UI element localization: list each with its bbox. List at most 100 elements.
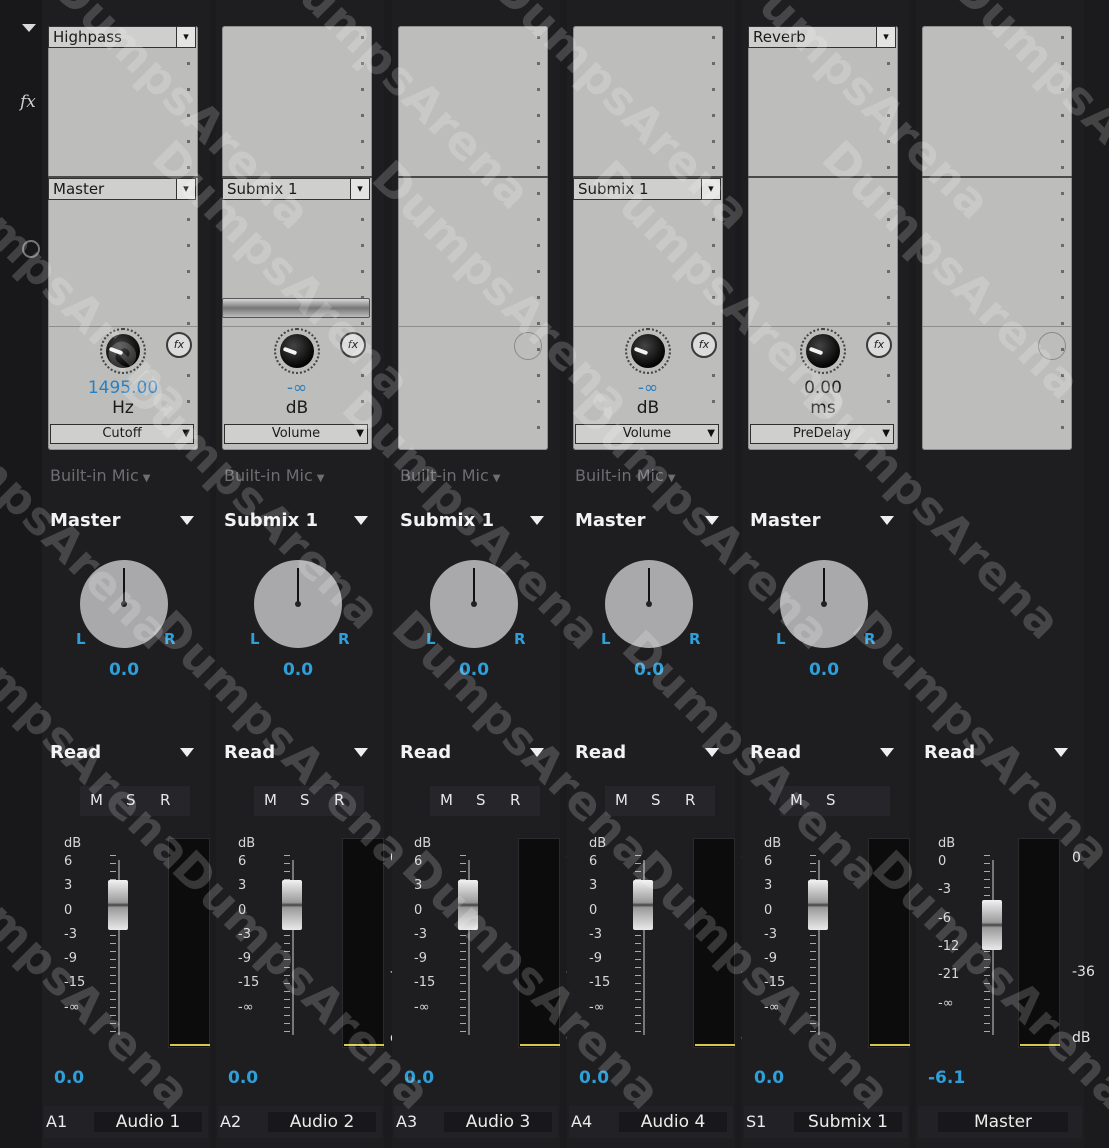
parameter-select[interactable]: Volume ▼ (224, 424, 368, 444)
track-name[interactable]: Master (938, 1112, 1068, 1132)
fx-bypass-icon[interactable]: fx (166, 332, 192, 358)
pan-value[interactable]: 0.0 (780, 660, 868, 680)
fx-bypass-icon[interactable]: fx (340, 332, 366, 358)
automation-mode-select[interactable]: Read (750, 742, 902, 768)
parameter-knob[interactable] (631, 334, 665, 368)
panel-divider (222, 326, 372, 327)
mute-button[interactable]: M (90, 791, 103, 809)
level-meter (1018, 838, 1060, 1048)
fx-bypass-icon[interactable]: fx (691, 332, 717, 358)
solo-button[interactable]: S (826, 791, 836, 809)
fader-scale-label: -∞ (64, 999, 80, 1015)
fader-scale-label: -12 (938, 939, 960, 954)
channel-strip: Highpass ▾ Master ▾ fx 1495.00 Hz Cutoff ▼ Built-… (40, 0, 239, 1148)
effect-insert-select[interactable]: Highpass ▾ (48, 26, 196, 48)
track-name[interactable]: Audio 1 (94, 1112, 202, 1132)
parameter-knob[interactable] (106, 334, 140, 368)
mute-button[interactable]: M (790, 791, 803, 809)
parameter-select[interactable]: Cutoff ▼ (50, 424, 194, 444)
pan-right-label: R (338, 630, 350, 648)
parameter-select[interactable]: PreDelay ▼ (750, 424, 894, 444)
fader-scale-label: -∞ (414, 999, 430, 1015)
track-name[interactable]: Submix 1 (794, 1112, 902, 1132)
automation-mode-select[interactable]: Read (400, 742, 552, 768)
input-select[interactable]: Built-in Mic ▼ (575, 466, 675, 485)
record-arm-button[interactable]: R (510, 791, 520, 809)
send-level-bar[interactable] (222, 298, 370, 318)
track-name[interactable]: Audio 4 (619, 1112, 727, 1132)
output-select[interactable]: Master (575, 510, 727, 536)
pan-value[interactable]: 0.0 (605, 660, 693, 680)
fader-scale: dB 6 3 0 -3 -9 -15 -∞ (414, 836, 460, 1046)
effects-sends-panel[interactable] (922, 26, 1072, 450)
automation-mode-select[interactable]: Read (224, 742, 376, 768)
solo-button[interactable]: S (300, 791, 310, 809)
output-select[interactable]: Master (50, 510, 202, 536)
pan-knob[interactable] (780, 560, 868, 648)
volume-value[interactable]: 0.0 (228, 1068, 258, 1088)
send-destination-select[interactable]: Submix 1 ▾ (573, 178, 721, 200)
volume-value[interactable]: 0.0 (754, 1068, 784, 1088)
volume-fader[interactable] (808, 880, 828, 930)
pan-value[interactable]: 0.0 (254, 660, 342, 680)
meter-peak-line (695, 1044, 735, 1046)
parameter-select[interactable]: Volume ▼ (575, 424, 719, 444)
effects-sends-panel[interactable]: Submix 1 ▾ fx -∞ dB Volume ▼ (573, 26, 723, 450)
solo-button[interactable]: S (126, 791, 136, 809)
input-select[interactable]: Built-in Mic ▼ (50, 466, 150, 485)
effects-sends-panel[interactable]: Highpass ▾ Master ▾ fx 1495.00 Hz Cutoff ▼ (48, 26, 198, 450)
output-select[interactable]: Submix 1 (400, 510, 552, 536)
effects-sends-panel[interactable]: Reverb ▾ fx 0.00 ms PreDelay ▼ (748, 26, 898, 450)
volume-fader[interactable] (108, 880, 128, 930)
volume-fader[interactable] (282, 880, 302, 930)
mute-solo-record: MSR (254, 786, 364, 816)
fader-scale-label: 0 (938, 854, 947, 869)
pan-knob[interactable] (80, 560, 168, 648)
volume-value[interactable]: 0.0 (579, 1068, 609, 1088)
volume-value[interactable]: -6.1 (928, 1068, 965, 1088)
track-name[interactable]: Audio 3 (444, 1112, 552, 1132)
mute-button[interactable]: M (440, 791, 453, 809)
automation-mode-select[interactable]: Read (575, 742, 727, 768)
solo-button[interactable]: S (476, 791, 486, 809)
chevron-down-icon (354, 516, 368, 525)
output-select[interactable]: Master (750, 510, 902, 536)
knob-indicator (633, 346, 649, 356)
automation-mode-select[interactable]: Read (924, 742, 1076, 768)
output-select[interactable]: Submix 1 (224, 510, 376, 536)
volume-fader[interactable] (982, 900, 1002, 950)
mute-button[interactable]: M (615, 791, 628, 809)
volume-value[interactable]: 0.0 (54, 1068, 84, 1088)
automation-mode-select[interactable]: Read (50, 742, 202, 768)
pan-value[interactable]: 0.0 (80, 660, 168, 680)
fx-bypass-icon[interactable]: fx (866, 332, 892, 358)
pan-center-dot (121, 601, 127, 607)
chevron-down-icon: ▼ (182, 428, 190, 439)
volume-fader[interactable] (633, 880, 653, 930)
input-select[interactable]: Built-in Mic ▼ (224, 466, 324, 485)
record-arm-button[interactable]: R (160, 791, 170, 809)
effects-sends-panel[interactable] (398, 26, 548, 450)
send-destination-select[interactable]: Submix 1 ▾ (222, 178, 370, 200)
record-arm-button[interactable]: R (685, 791, 695, 809)
effect-name: Reverb (753, 28, 806, 46)
pan-knob[interactable] (605, 560, 693, 648)
pan-value[interactable]: 0.0 (430, 660, 518, 680)
parameter-knob[interactable] (806, 334, 840, 368)
channel-strip: Submix 1 ▾ fx -∞ dB Volume ▼ Built-in Mic ▼ Submi… (214, 0, 413, 1148)
empty-slot-circle (1038, 332, 1066, 360)
effects-sends-panel[interactable]: Submix 1 ▾ fx -∞ dB Volume ▼ (222, 26, 372, 450)
solo-button[interactable]: S (651, 791, 661, 809)
volume-fader[interactable] (458, 880, 478, 930)
volume-value[interactable]: 0.0 (404, 1068, 434, 1088)
parameter-knob[interactable] (280, 334, 314, 368)
send-destination-select[interactable]: Master ▾ (48, 178, 196, 200)
mute-button[interactable]: M (264, 791, 277, 809)
triangle-down-icon[interactable] (22, 24, 36, 32)
track-name[interactable]: Audio 2 (268, 1112, 376, 1132)
effect-insert-select[interactable]: Reverb ▾ (748, 26, 896, 48)
pan-knob[interactable] (430, 560, 518, 648)
pan-knob[interactable] (254, 560, 342, 648)
record-arm-button[interactable]: R (334, 791, 344, 809)
input-select[interactable]: Built-in Mic ▼ (400, 466, 500, 485)
